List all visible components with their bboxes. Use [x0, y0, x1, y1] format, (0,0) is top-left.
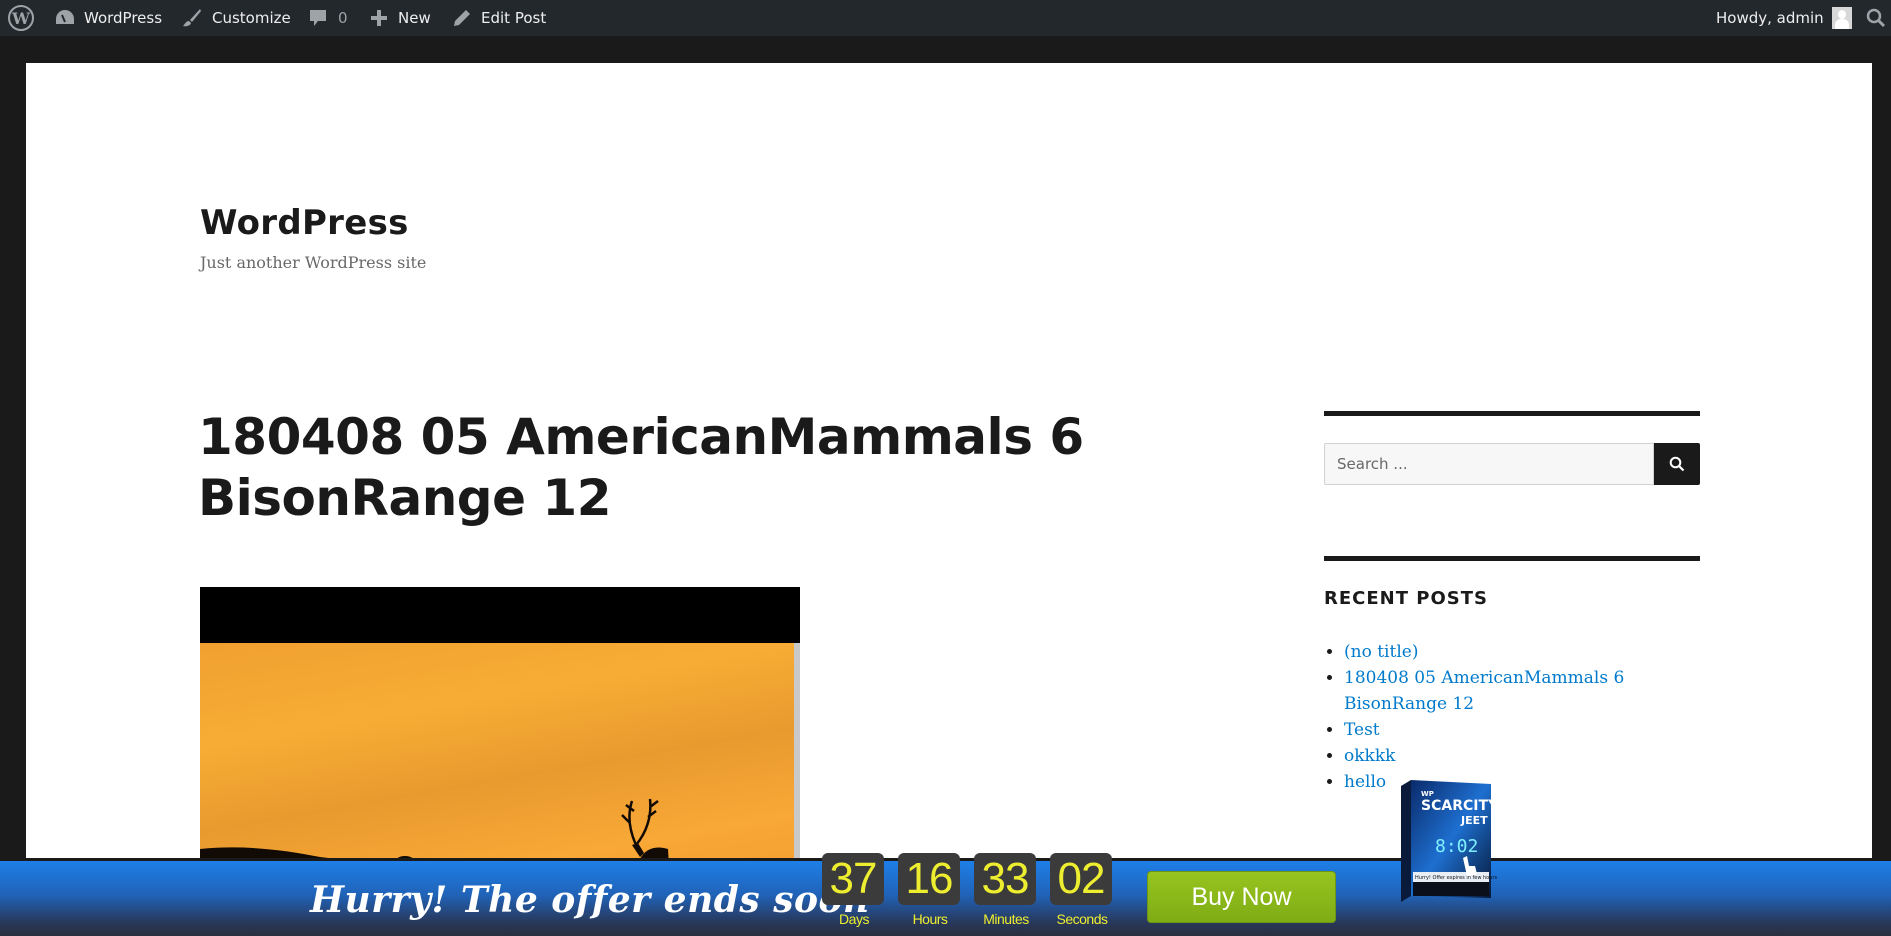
- offer-headline: Hurry! The offer ends soon: [310, 879, 870, 921]
- countdown-seconds-label: Seconds: [1056, 911, 1108, 927]
- wp-logo-menu[interactable]: W: [8, 0, 34, 36]
- product-box-image[interactable]: WP SCARCITY JEET 8:02 Hurry! Offer expir…: [1397, 778, 1499, 906]
- edit-post-link[interactable]: Edit Post: [453, 0, 546, 36]
- comment-bubble-icon: [310, 10, 326, 26]
- product-box-graphic: WP SCARCITY JEET 8:02 Hurry! Offer expir…: [1401, 780, 1499, 902]
- countdown-days: 37 Days: [822, 853, 886, 927]
- recent-posts-title: RECENT POSTS: [1324, 588, 1488, 609]
- search-icon: [1669, 456, 1685, 472]
- svg-text:WP: WP: [1421, 790, 1434, 798]
- my-account-menu[interactable]: Howdy, admin: [1716, 0, 1852, 36]
- countdown-minutes: 33 Minutes: [974, 853, 1038, 927]
- product-clock: 8:02: [1435, 836, 1478, 857]
- scarcity-offer-bar: Hurry! The offer ends soon 37 Days 16 Ho…: [0, 853, 1891, 936]
- comments-count: 0: [338, 9, 348, 27]
- list-item: 180408 05 AmericanMammals 6 BisonRange 1…: [1344, 665, 1674, 717]
- admin-bar-search[interactable]: [1866, 0, 1886, 36]
- list-item: Test: [1344, 717, 1674, 743]
- recent-post-link[interactable]: hello: [1344, 772, 1386, 792]
- search-input[interactable]: [1324, 443, 1654, 485]
- new-content-menu[interactable]: New: [370, 0, 431, 36]
- post-title: 180408 05 AmericanMammals 6 BisonRange 1…: [198, 408, 1084, 527]
- search-submit-button[interactable]: [1654, 443, 1700, 485]
- recent-post-link[interactable]: okkkk: [1344, 746, 1395, 766]
- svg-text:JEET: JEET: [1460, 814, 1488, 827]
- buy-now-button[interactable]: Buy Now: [1147, 871, 1336, 923]
- recent-post-link[interactable]: Test: [1344, 720, 1380, 740]
- edit-post-label: Edit Post: [481, 9, 547, 27]
- admin-bar: W WordPress Customize 0 New Edit Post Ho…: [0, 0, 1891, 36]
- countdown-days-value: 37: [822, 853, 884, 905]
- recent-posts-list: (no title) 180408 05 AmericanMammals 6 B…: [1324, 639, 1674, 795]
- page-container: WordPress Just another WordPress site 18…: [26, 63, 1872, 936]
- customize-label: Customize: [212, 9, 291, 27]
- search-icon: [1866, 8, 1886, 28]
- countdown-hours-label: Hours: [912, 911, 948, 927]
- comments-link[interactable]: 0: [308, 0, 348, 36]
- list-item: hello: [1344, 769, 1674, 795]
- howdy-label: Howdy, admin: [1716, 9, 1824, 27]
- site-description: Just another WordPress site: [200, 253, 427, 272]
- avatar: [1831, 7, 1852, 29]
- list-item: (no title): [1344, 639, 1674, 665]
- plus-icon: [371, 10, 387, 26]
- widget-divider: [1324, 556, 1700, 561]
- list-item: okkkk: [1344, 743, 1674, 769]
- countdown-hours: 16 Hours: [898, 853, 962, 927]
- recent-post-link[interactable]: 180408 05 AmericanMammals 6 BisonRange 1…: [1344, 668, 1624, 714]
- post-featured-image: [200, 587, 800, 877]
- dashboard-gauge-icon: [56, 10, 74, 24]
- product-brand: SCARCITY: [1421, 798, 1497, 814]
- paintbrush-icon: [183, 9, 201, 27]
- wordpress-logo-icon: W: [8, 5, 34, 31]
- svg-text:Hurry! Offer expires in few ho: Hurry! Offer expires in few hours!: [1415, 875, 1497, 881]
- svg-text:W: W: [11, 9, 31, 28]
- new-label: New: [398, 9, 431, 27]
- countdown-minutes-value: 33: [974, 853, 1036, 905]
- countdown-seconds-value: 02: [1050, 853, 1112, 905]
- site-name-menu[interactable]: WordPress: [54, 0, 162, 36]
- recent-post-link[interactable]: (no title): [1344, 642, 1418, 662]
- countdown-hours-value: 16: [898, 853, 960, 905]
- countdown-seconds: 02 Seconds: [1050, 853, 1114, 927]
- countdown-minutes-label: Minutes: [983, 911, 1029, 927]
- site-title[interactable]: WordPress: [200, 203, 409, 243]
- customize-link[interactable]: Customize: [182, 0, 291, 36]
- pencil-icon: [454, 10, 470, 26]
- countdown-days-label: Days: [839, 911, 869, 927]
- widget-divider: [1324, 411, 1700, 416]
- site-name-label: WordPress: [84, 9, 163, 27]
